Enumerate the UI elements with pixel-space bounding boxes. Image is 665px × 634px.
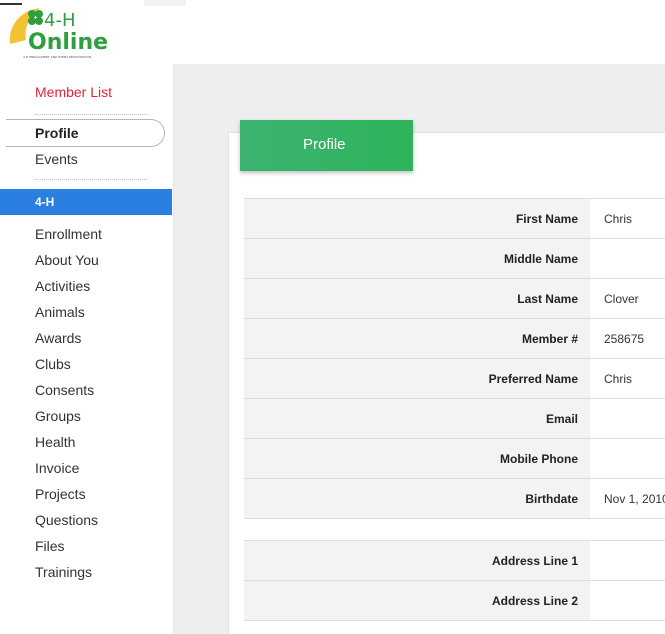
field-label: Address Line 2 — [244, 581, 590, 620]
sidebar-item-profile[interactable] — [6, 119, 165, 147]
sidebar-item-profile-label[interactable]: Profile — [35, 125, 79, 141]
profile-card-header: Profile — [240, 120, 413, 171]
svg-text:4-H: 4-H — [44, 10, 75, 31]
field-value — [590, 439, 665, 478]
sidebar-item-invoice[interactable]: Invoice — [35, 459, 102, 485]
table-row: Preferred Name Chris — [244, 358, 665, 398]
sidebar-item-enrollment[interactable]: Enrollment — [35, 225, 102, 251]
sidebar-item-health[interactable]: Health — [35, 433, 102, 459]
sidebar-item-animals[interactable]: Animals — [35, 303, 102, 329]
sidebar: Member List Profile Events 4-H Enrollmen… — [0, 64, 174, 634]
table-spacer — [244, 518, 665, 540]
field-value — [590, 581, 665, 620]
sidebar-divider — [35, 114, 147, 115]
field-label: Middle Name — [244, 239, 590, 278]
sidebar-divider — [35, 179, 147, 180]
field-value — [590, 399, 665, 438]
sidebar-item-consents[interactable]: Consents — [35, 381, 102, 407]
field-label: Address Line 1 — [244, 541, 590, 580]
member-list-link[interactable]: Member List — [35, 84, 112, 100]
table-bottom-border — [244, 620, 665, 621]
table-row: Address Line 1 — [244, 540, 665, 580]
field-label: Preferred Name — [244, 359, 590, 398]
sidebar-item-clubs[interactable]: Clubs — [35, 355, 102, 381]
4h-online-logo[interactable]: 4-H Online 4-H ENROLLMENT AND EVENT REGI… — [6, 4, 126, 60]
field-value — [590, 541, 665, 580]
table-row: Birthdate Nov 1, 2010 — [244, 478, 665, 518]
table-row: Mobile Phone — [244, 438, 665, 478]
field-label: Birthdate — [244, 479, 590, 518]
sidebar-item-questions[interactable]: Questions — [35, 511, 102, 537]
sidebar-item-awards[interactable]: Awards — [35, 329, 102, 355]
field-value: Nov 1, 2010 — [604, 492, 665, 506]
sidebar-item-projects[interactable]: Projects — [35, 485, 102, 511]
table-row: Middle Name — [244, 238, 665, 278]
field-value: Chris — [604, 372, 633, 386]
table-row: Last Name Clover — [244, 278, 665, 318]
sidebar-menu: Enrollment About You Activities Animals … — [35, 225, 102, 589]
field-value: Clover — [604, 292, 639, 306]
field-label: Last Name — [244, 279, 590, 318]
top-bar: 4-H Online 4-H ENROLLMENT AND EVENT REGI… — [0, 0, 665, 64]
sidebar-item-events[interactable]: Events — [35, 151, 78, 167]
sidebar-section-4h[interactable]: 4-H — [0, 189, 172, 215]
field-label: First Name — [244, 199, 590, 238]
profile-details-table: First Name Chris Middle Name Last Name C… — [244, 198, 665, 621]
sidebar-item-files[interactable]: Files — [35, 537, 102, 563]
4h-clover-logo-icon: 4-H Online 4-H ENROLLMENT AND EVENT REGI… — [9, 8, 108, 59]
field-label: Mobile Phone — [244, 439, 590, 478]
table-row: Address Line 2 — [244, 580, 665, 620]
svg-text:Online: Online — [28, 30, 108, 55]
sidebar-item-activities[interactable]: Activities — [35, 277, 102, 303]
sidebar-item-about-you[interactable]: About You — [35, 251, 102, 277]
toolbar-stub — [144, 0, 186, 6]
table-row: Email — [244, 398, 665, 438]
field-label: Email — [244, 399, 590, 438]
sidebar-item-trainings[interactable]: Trainings — [35, 563, 102, 589]
svg-text:4-H ENROLLMENT AND EVENT REGIS: 4-H ENROLLMENT AND EVENT REGISTRATION — [23, 55, 91, 59]
field-value: Chris — [604, 212, 633, 226]
table-row: Member # 258675 — [244, 318, 665, 358]
table-row: First Name Chris — [244, 198, 665, 238]
sidebar-item-groups[interactable]: Groups — [35, 407, 102, 433]
field-value — [590, 239, 665, 278]
field-value: 258675 — [604, 332, 645, 346]
field-label: Member # — [244, 319, 590, 358]
